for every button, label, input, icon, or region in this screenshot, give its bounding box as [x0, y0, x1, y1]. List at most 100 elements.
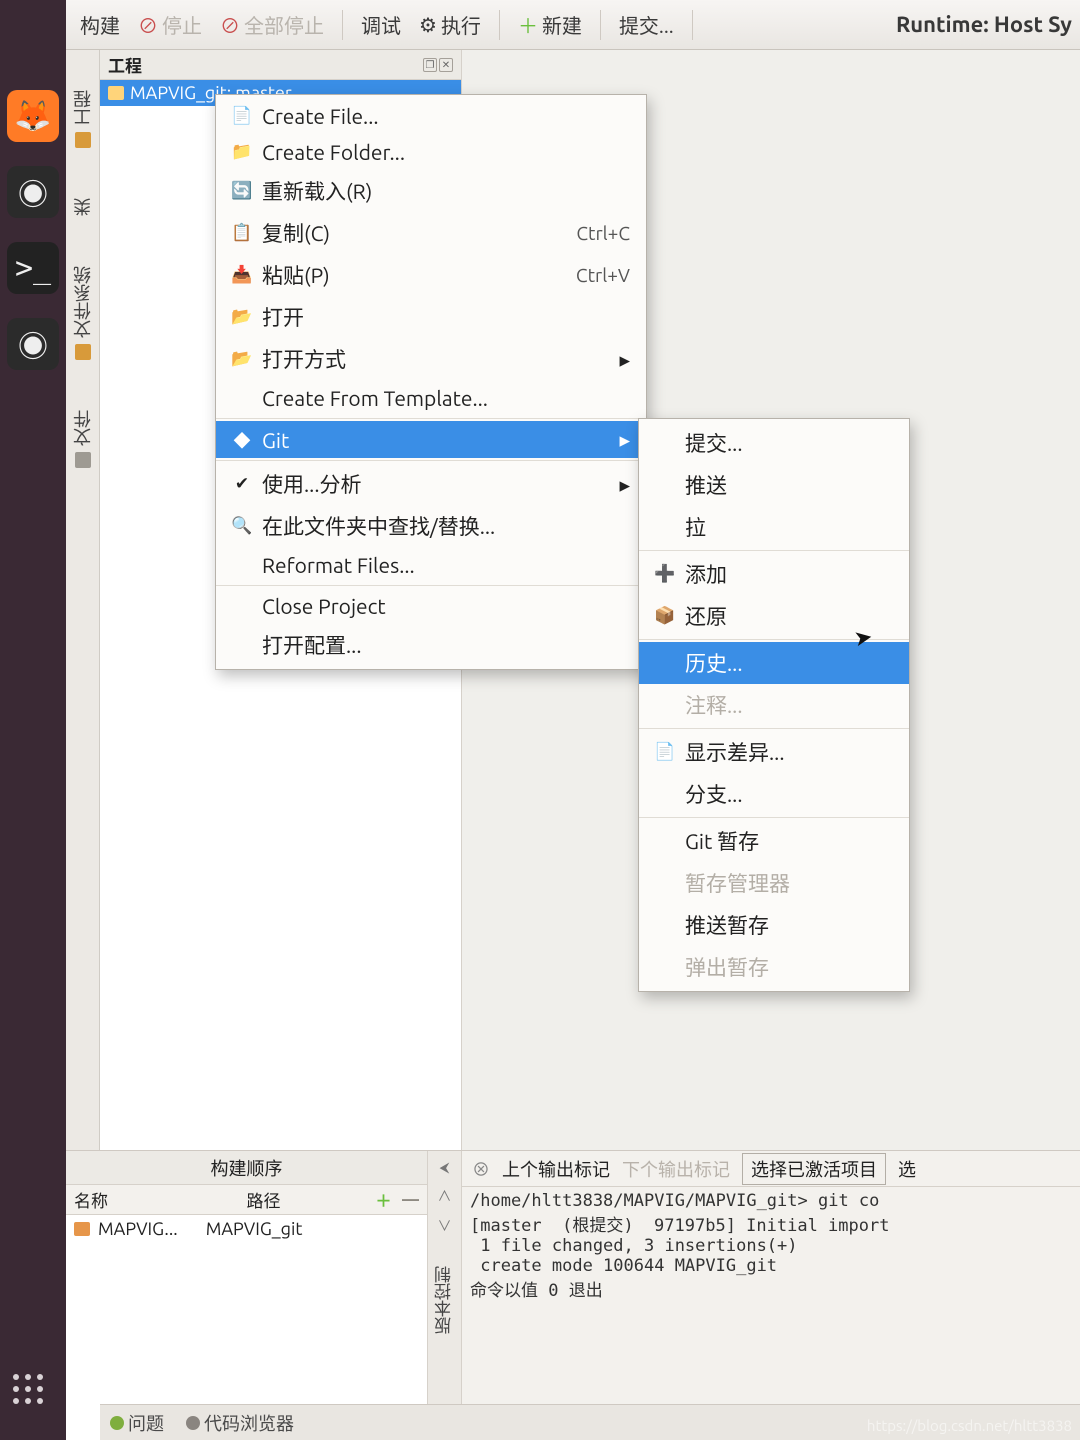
- tab-project[interactable]: 工程: [70, 90, 96, 148]
- copy-icon: 📋: [232, 223, 252, 243]
- menu-item[interactable]: 📄 Create File...: [216, 98, 646, 134]
- open-with-icon: 📂: [232, 349, 252, 369]
- submenu-item[interactable]: 推送: [639, 464, 909, 506]
- tab-class[interactable]: 类: [70, 198, 96, 216]
- context-menu: 📄 Create File... 📁 Create Folder... 🔄重新载入(R)…: [215, 94, 647, 670]
- app-icon-1[interactable]: ◉: [7, 166, 59, 218]
- col-name[interactable]: 名称: [74, 1187, 108, 1212]
- firefox-icon[interactable]: 🦊: [7, 90, 59, 142]
- console-side-label[interactable]: 版本控制: [432, 1266, 457, 1334]
- add-icon[interactable]: ＋: [375, 1187, 392, 1212]
- submenu-item[interactable]: Git 暂存: [639, 820, 909, 862]
- console-side: ⮜ ∧ ∨ 版本控制: [428, 1151, 462, 1440]
- panel-title: 工程: [108, 52, 142, 77]
- submenu-item-label: 弹出暂存: [685, 952, 893, 982]
- build-button[interactable]: 构建: [74, 6, 126, 43]
- submenu-item-label: 暂存管理器: [685, 868, 893, 898]
- stop-all-button[interactable]: ⊘ 全部停止: [214, 6, 330, 43]
- submenu-item[interactable]: 📄显示差异...: [639, 731, 909, 773]
- plus-icon: ➕: [655, 564, 675, 584]
- chevron-right-icon: ▸: [619, 347, 630, 372]
- collapse-icon[interactable]: ⮜: [440, 1159, 450, 1176]
- terminal-icon[interactable]: >_: [7, 242, 59, 294]
- menu-item[interactable]: 📋复制(C)Ctrl+C: [216, 212, 646, 254]
- chevron-right-icon: ▸: [619, 472, 630, 497]
- menu-item[interactable]: Close Project: [216, 588, 646, 624]
- submenu-item-label: 提交...: [685, 428, 893, 458]
- prev-output-tab[interactable]: 上个输出标记: [502, 1156, 610, 1182]
- menu-item[interactable]: 📂打开: [216, 296, 646, 338]
- status-issues[interactable]: 问题: [110, 1410, 164, 1436]
- submenu-item[interactable]: 历史...: [639, 642, 909, 684]
- menu-item[interactable]: 打开配置...: [216, 624, 646, 666]
- menu-shortcut: Ctrl+V: [576, 264, 630, 286]
- menu-item[interactable]: 📥粘贴(P)Ctrl+V: [216, 254, 646, 296]
- runtime-label: Runtime: Host Sy: [896, 12, 1072, 37]
- watermark: https://blog.csdn.net/hltt3838: [867, 1417, 1072, 1434]
- close-output-icon[interactable]: ⊗: [472, 1156, 490, 1182]
- menu-item[interactable]: Reformat Files...: [216, 547, 646, 583]
- menu-item-label: 使用...分析: [262, 469, 609, 499]
- new-file-icon: 📄: [232, 106, 252, 126]
- menu-item-label: Create Folder...: [262, 140, 630, 164]
- build-order-panel: 构建顺序 名称 路径 ＋ — MAPVIG... MAPVIG_git: [66, 1151, 428, 1440]
- panel-window-buttons: ❐ ✕: [423, 58, 453, 72]
- apps-grid-icon[interactable]: [13, 1374, 43, 1404]
- menu-item[interactable]: 🔍 在此文件夹中查找/替换...: [216, 505, 646, 547]
- menu-item-label: Create File...: [262, 104, 630, 128]
- build-order-title: 构建顺序: [66, 1151, 427, 1185]
- submenu-item[interactable]: ➕添加: [639, 553, 909, 595]
- select-active-tab[interactable]: 选择已激活项目: [742, 1153, 886, 1185]
- stop-button[interactable]: ⊘ 停止: [132, 6, 208, 43]
- search-icon: 🔍: [232, 516, 252, 536]
- new-button[interactable]: ＋ 新建: [512, 6, 588, 43]
- app-icon-2[interactable]: ◉: [7, 318, 59, 370]
- submenu-item[interactable]: 推送暂存: [639, 904, 909, 946]
- menu-item[interactable]: Create From Template...: [216, 380, 646, 416]
- up-icon[interactable]: ∧: [438, 1186, 452, 1206]
- submenu-item-label: 推送暂存: [685, 910, 893, 940]
- menu-item-label: 复制(C): [262, 218, 566, 248]
- submenu-item: 注释...: [639, 684, 909, 726]
- tab-filesystem[interactable]: 文件系统: [70, 266, 96, 360]
- gear-icon: ⚙: [419, 13, 437, 37]
- git-icon: ◆: [232, 427, 252, 452]
- menu-item[interactable]: ◆Git▸: [216, 421, 646, 458]
- submenu-item[interactable]: 拉: [639, 506, 909, 548]
- menu-item-label: 在此文件夹中查找/替换...: [262, 511, 630, 541]
- open-icon: 📂: [232, 307, 252, 327]
- menu-item-label: 粘贴(P): [262, 260, 566, 290]
- detach-icon[interactable]: ❐: [423, 58, 437, 72]
- new-folder-icon: 📁: [232, 142, 252, 162]
- menu-item[interactable]: ✔使用...分析▸: [216, 463, 646, 505]
- submenu-item: 暂存管理器: [639, 862, 909, 904]
- submenu-item-label: 还原: [685, 601, 893, 631]
- next-output-tab[interactable]: 下个输出标记: [622, 1156, 730, 1182]
- menu-item[interactable]: 📂 打开方式 ▸: [216, 338, 646, 380]
- folder-icon: [74, 1222, 90, 1236]
- console-output[interactable]: /home/hltt3838/MAPVIG/MAPVIG_git> git co…: [462, 1187, 1080, 1440]
- submenu-item[interactable]: 📦还原: [639, 595, 909, 637]
- diff-icon: 📄: [655, 742, 675, 762]
- run-button[interactable]: ⚙ 执行: [413, 6, 487, 43]
- submenu-item-label: 推送: [685, 470, 893, 500]
- col-path[interactable]: 路径: [247, 1187, 366, 1212]
- menu-item-label: Create From Template...: [262, 386, 630, 410]
- menu-item-label: 重新载入(R): [262, 176, 630, 206]
- menu-item[interactable]: 📁 Create Folder...: [216, 134, 646, 170]
- remove-icon[interactable]: —: [402, 1190, 419, 1209]
- build-order-row[interactable]: MAPVIG... MAPVIG_git: [66, 1215, 427, 1243]
- commit-button[interactable]: 提交...: [613, 6, 680, 43]
- submenu-item-label: 拉: [685, 512, 893, 542]
- tab-files[interactable]: 文件: [70, 410, 96, 468]
- more-tab[interactable]: 选: [898, 1156, 916, 1182]
- submenu-item-label: 分支...: [685, 779, 893, 809]
- debug-button[interactable]: 调试: [355, 6, 407, 43]
- close-icon[interactable]: ✕: [439, 58, 453, 72]
- menu-item[interactable]: 🔄重新载入(R): [216, 170, 646, 212]
- menu-item-label: 打开方式: [262, 344, 609, 374]
- status-code-browser[interactable]: 代码浏览器: [186, 1410, 294, 1436]
- submenu-item[interactable]: 提交...: [639, 422, 909, 464]
- down-icon[interactable]: ∨: [438, 1216, 452, 1236]
- submenu-item[interactable]: 分支...: [639, 773, 909, 815]
